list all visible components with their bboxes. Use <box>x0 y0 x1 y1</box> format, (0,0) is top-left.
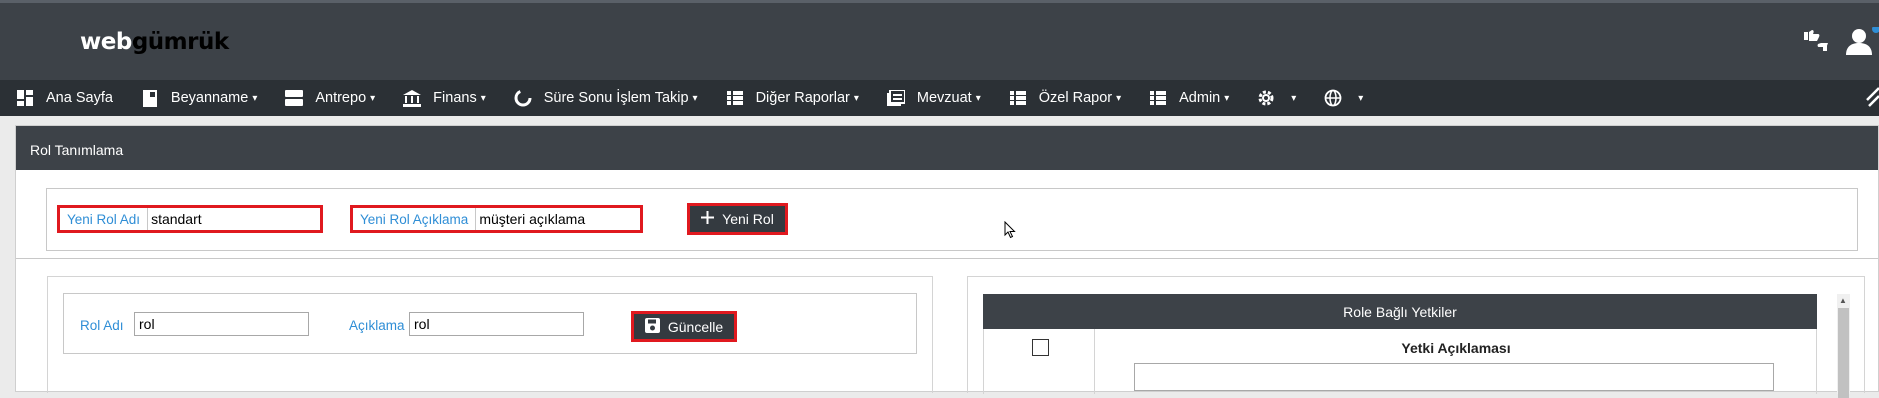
permissions-table: Yetki Açıklaması <box>983 329 1817 394</box>
column-divider <box>1094 329 1095 394</box>
nav-label: Diğer Raporlar <box>755 90 850 106</box>
nav-label: Özel Rapor <box>1038 90 1113 106</box>
chevron-down-icon: ▾ <box>1358 92 1364 104</box>
permissions-section: Role Bağlı Yetkiler Yetki Açıklaması ▲ <box>967 276 1865 398</box>
globe-icon <box>1324 89 1342 107</box>
role-desc-input[interactable] <box>409 312 584 336</box>
nav-label: Beyanname <box>170 90 249 106</box>
nav-sure-sonu[interactable]: Süre Sonu İşlem Takip ▾ <box>498 80 710 116</box>
select-all-checkbox[interactable] <box>1032 339 1049 356</box>
chevron-down-icon: ▾ <box>975 92 981 104</box>
update-button[interactable]: Güncelle <box>631 311 737 342</box>
edit-role-form: Rol Adı Açıklama Güncelle <box>63 293 917 354</box>
new-role-desc-input[interactable] <box>476 208 647 230</box>
role-definition-panel: Rol Tanımlama Yeni Rol Adı Yeni Rol Açık… <box>15 125 1879 398</box>
nav-language[interactable]: ▾ <box>1308 80 1375 116</box>
chevron-down-icon: ▾ <box>370 92 376 104</box>
new-role-button-label: Yeni Rol <box>722 211 774 227</box>
save-icon <box>644 317 660 336</box>
warehouse-icon <box>285 89 304 107</box>
circle-progress-icon <box>514 89 532 107</box>
chevron-down-icon: ▾ <box>692 92 698 104</box>
new-role-name-input[interactable] <box>148 208 309 230</box>
top-icons <box>1801 24 1879 62</box>
nav-label: Admin <box>1179 90 1221 106</box>
new-role-name-field: Yeni Rol Adı <box>57 205 323 233</box>
plus-icon <box>701 211 715 227</box>
permissions-title: Role Bağlı Yetkiler <box>983 294 1817 329</box>
section-divider <box>16 258 1878 259</box>
update-button-label: Güncelle <box>667 318 724 335</box>
nav-ozel-rapor[interactable]: Özel Rapor ▾ <box>993 80 1133 116</box>
brand-part-gumruk: gümrük <box>131 29 229 55</box>
book-icon <box>886 89 905 107</box>
grid-icon <box>726 89 744 107</box>
scroll-up-icon[interactable]: ▲ <box>1839 296 1847 305</box>
user-icon[interactable] <box>1845 24 1879 62</box>
nav-label: Ana Sayfa <box>46 90 113 106</box>
collapse-icon[interactable] <box>1865 84 1879 117</box>
permission-filter-input[interactable] <box>1134 363 1774 391</box>
chevron-down-icon: ▾ <box>480 92 486 104</box>
nav-admin[interactable]: Admin ▾ <box>1133 80 1241 116</box>
scrollbar-thumb[interactable] <box>1838 308 1849 398</box>
nav-ana-sayfa[interactable]: Ana Sayfa <box>0 80 125 116</box>
nav-beyanname[interactable]: Beyanname ▾ <box>125 80 269 116</box>
permissions-scrollbar[interactable]: ▲ <box>1837 294 1850 398</box>
chevron-down-icon: ▾ <box>1291 92 1297 104</box>
nav-antrepo[interactable]: Antrepo ▾ <box>269 80 387 116</box>
chevron-down-icon: ▾ <box>1116 92 1122 104</box>
nav-diger-raporlar[interactable]: Diğer Raporlar ▾ <box>710 80 871 116</box>
gear-icon <box>1257 89 1275 107</box>
nav-label: Antrepo <box>315 90 367 106</box>
brand-logo[interactable]: webgümrük <box>80 29 229 55</box>
grid-icon <box>1009 89 1027 107</box>
new-role-desc-label: Yeni Rol Açıklama <box>353 208 477 230</box>
role-name-input[interactable] <box>134 312 309 336</box>
chevron-down-icon: ▾ <box>1224 92 1230 104</box>
nav-label: Finans <box>433 90 477 106</box>
new-role-button[interactable]: Yeni Rol <box>687 203 788 235</box>
new-role-desc-field: Yeni Rol Açıklama <box>350 205 647 233</box>
grid-icon <box>1149 89 1167 107</box>
role-desc-label: Açıklama <box>349 318 405 333</box>
bank-icon <box>403 89 422 107</box>
role-name-label: Rol Adı <box>80 318 124 333</box>
thumbs-icon[interactable] <box>1801 29 1831 60</box>
chevron-down-icon: ▾ <box>853 92 859 104</box>
nav-label: Süre Sonu İşlem Takip <box>543 90 689 106</box>
permission-desc-column-header: Yetki Açıklaması <box>1401 340 1511 356</box>
brand-part-web: web <box>80 29 132 55</box>
top-header: webgümrük <box>0 0 1879 80</box>
chevron-down-icon: ▾ <box>252 92 258 104</box>
dashboard-icon <box>16 89 34 107</box>
nav-finans[interactable]: Finans ▾ <box>387 80 498 116</box>
nav-mevzuat[interactable]: Mevzuat ▾ <box>871 80 993 116</box>
edit-role-section: Rol Adı Açıklama Güncelle <box>47 276 933 393</box>
new-role-name-label: Yeni Rol Adı <box>60 208 149 230</box>
nav-label: Mevzuat <box>916 90 972 106</box>
document-icon <box>141 89 159 107</box>
panel-title: Rol Tanımlama <box>16 126 1878 170</box>
new-role-form: Yeni Rol Adı Yeni Rol Açıklama Yeni Rol <box>46 188 1858 251</box>
main-nav: Ana Sayfa Beyanname ▾ Antrepo ▾ Finans ▾… <box>0 80 1879 116</box>
nav-settings[interactable]: ▾ <box>1241 80 1308 116</box>
mouse-cursor-icon <box>1004 220 1016 244</box>
